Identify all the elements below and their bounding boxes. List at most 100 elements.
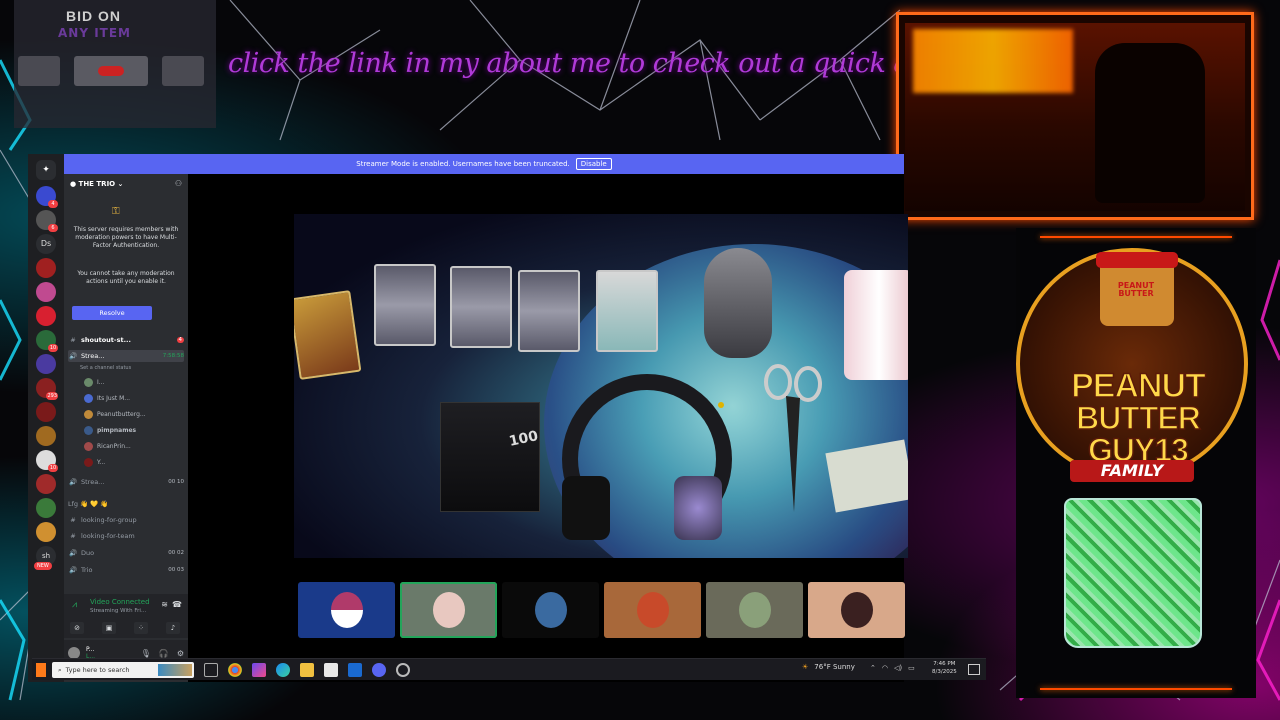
channel-item[interactable]: # looking-for-group: [68, 514, 184, 526]
participant-tile[interactable]: [706, 582, 803, 638]
voice-user-name: Its Just M...: [97, 394, 131, 402]
mic-icon[interactable]: 🎙: [141, 649, 151, 658]
server-icon[interactable]: [36, 522, 56, 542]
channel-label: Strea...: [81, 478, 105, 486]
channel-status[interactable]: Set a channel status: [80, 362, 196, 374]
resolve-button[interactable]: Resolve: [72, 306, 152, 320]
server-icon[interactable]: 293: [36, 378, 58, 400]
battery-icon[interactable]: ▭: [908, 664, 915, 672]
screen-share-video[interactable]: 100: [294, 214, 908, 558]
voice-connected-sub: Streaming With Fri...: [90, 608, 147, 614]
server-icon[interactable]: 10: [36, 330, 58, 352]
user-controls: 🎙 🎧 ⚙: [141, 649, 188, 658]
participant-tile[interactable]: [808, 582, 905, 638]
store-icon[interactable]: [324, 663, 338, 677]
voice-user[interactable]: Y...: [84, 456, 184, 468]
server-icon[interactable]: [36, 306, 56, 326]
participant-tile[interactable]: [502, 582, 599, 638]
bid-item-card: [18, 56, 60, 86]
search-highlight-image: [158, 664, 192, 676]
server-icon[interactable]: 4: [36, 186, 58, 208]
voice-user[interactable]: I...: [84, 376, 184, 388]
channel-item[interactable]: # shoutout-st... 4: [68, 334, 184, 346]
voice-user[interactable]: Its Just M...: [84, 392, 184, 404]
headphones-icon[interactable]: 🎧: [159, 649, 169, 658]
copilot-icon[interactable]: [252, 663, 266, 677]
channel-label: Trio: [81, 566, 93, 574]
file-explorer-icon[interactable]: [300, 663, 314, 677]
server-icon[interactable]: 6: [36, 210, 58, 232]
chrome-icon[interactable]: [228, 663, 242, 677]
screen-share-icon[interactable]: ▣: [102, 622, 116, 634]
server-name[interactable]: ● THE TRIO ⌄: [70, 180, 123, 188]
invite-icon[interactable]: ⚇: [175, 179, 182, 188]
activities-icon[interactable]: ⁘: [134, 622, 148, 634]
category-header[interactable]: Lfg 👋 💛 👋: [68, 498, 184, 510]
channel-item-active[interactable]: 🔊 Strea... 7:58:58: [68, 350, 184, 362]
channel-item[interactable]: 🔊 Strea... 00 10: [68, 476, 184, 488]
voice-connected-label: Video Connected: [90, 598, 150, 606]
clock-date: 8/3/2025: [932, 669, 957, 675]
channel-status-label: Set a channel status: [80, 365, 132, 371]
obs-icon[interactable]: [396, 663, 410, 677]
server-icon[interactable]: [36, 282, 56, 302]
avatar: [637, 592, 669, 628]
avatar: [433, 592, 465, 628]
voice-user[interactable]: pimpnames: [84, 424, 184, 436]
voice-user-name: pimpnames: [97, 426, 137, 434]
trading-card-stack: [596, 270, 658, 352]
stream-overlay: BID ON ANY ITEM click the link in my abo…: [0, 0, 1280, 720]
edge-icon[interactable]: [276, 663, 290, 677]
server-icon[interactable]: [36, 426, 56, 446]
mail-icon[interactable]: [348, 663, 362, 677]
server-name-label: THE TRIO: [78, 180, 116, 188]
server-icon[interactable]: [36, 354, 56, 374]
avatar: [84, 457, 93, 467]
trading-card: [518, 270, 580, 352]
clock[interactable]: 7:46 PM 8/3/2025: [932, 660, 957, 676]
bid-subtitle: ANY ITEM: [58, 26, 131, 40]
voice-user[interactable]: RicanPrin...: [84, 440, 184, 452]
voice-user-name: Y...: [97, 458, 106, 466]
notifications-icon[interactable]: [968, 664, 980, 675]
webcam-frame: [896, 12, 1254, 220]
participant-tile[interactable]: [604, 582, 701, 638]
camera-off-icon[interactable]: ⊘: [70, 622, 84, 634]
task-view-icon[interactable]: [204, 663, 218, 677]
bid-title: BID ON: [66, 8, 121, 24]
server-icon[interactable]: [36, 258, 56, 278]
discord-home-icon[interactable]: ✦: [36, 160, 56, 180]
server-icon[interactable]: 10: [36, 450, 58, 472]
bid-panel: BID ON ANY ITEM: [14, 0, 216, 128]
channel-count: 00 10: [168, 479, 184, 485]
disconnect-icon[interactable]: ☎: [172, 600, 182, 609]
server-icon-ds[interactable]: Ds: [36, 234, 56, 254]
system-tray: ⌃ ◠ ◁) ▭: [870, 664, 915, 672]
brand-wordmark: PEANUT BUTTER GUY13: [1030, 368, 1246, 467]
channel-item[interactable]: 🔊 Trio 00 03: [68, 564, 184, 576]
start-icon[interactable]: [36, 663, 46, 677]
chevron-up-icon[interactable]: ⌃: [870, 664, 876, 672]
participant-tile[interactable]: [298, 582, 395, 638]
participant-tile[interactable]: [400, 582, 497, 638]
channel-item[interactable]: 🔊 Duo 00 02: [68, 547, 184, 559]
server-icon[interactable]: [36, 498, 56, 518]
voice-user[interactable]: Peanutbutterg...: [84, 408, 184, 420]
server-icon[interactable]: [36, 402, 56, 422]
key-icon: ⚿: [112, 206, 120, 217]
disable-streamer-mode-button[interactable]: Disable: [575, 158, 612, 170]
discord-icon[interactable]: [372, 663, 386, 677]
gear-icon[interactable]: ⚙: [177, 649, 184, 658]
voice-user-name: I...: [97, 378, 105, 386]
channel-item[interactable]: # looking-for-team: [68, 530, 184, 542]
windows-taskbar: ⌕ Type here to search ☀ 76°F Sunny ⌃ ◠ ◁…: [32, 658, 986, 680]
server-icon[interactable]: [36, 474, 56, 494]
trading-card: [374, 264, 436, 346]
gaming-chair: [1095, 43, 1205, 203]
network-icon[interactable]: ◠: [882, 664, 888, 672]
volume-icon[interactable]: ◁): [894, 664, 902, 672]
weather-widget[interactable]: ☀ 76°F Sunny: [802, 663, 855, 671]
noise-suppression-icon[interactable]: ≋: [161, 600, 168, 609]
taskbar-search[interactable]: ⌕ Type here to search: [52, 662, 194, 678]
soundboard-icon[interactable]: ♪: [166, 622, 180, 634]
